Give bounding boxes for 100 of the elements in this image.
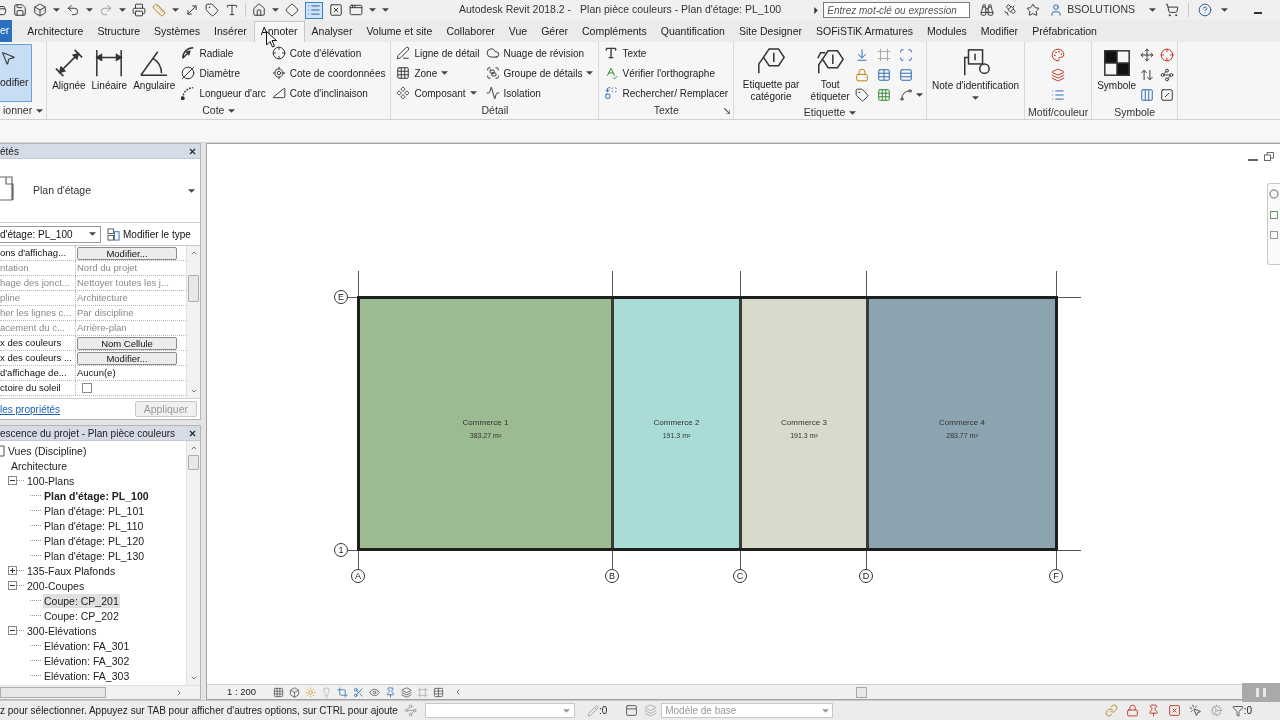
ribbon-tab[interactable]: Collaborer bbox=[439, 21, 502, 42]
print-icon[interactable] bbox=[132, 3, 146, 17]
arrow-down-line-icon[interactable] bbox=[855, 48, 870, 62]
tool-button[interactable]: Ligne de détail bbox=[394, 43, 482, 63]
ribbon-tab[interactable]: Quantification bbox=[653, 21, 732, 42]
ribbon-tab[interactable]: Analyser bbox=[304, 21, 360, 42]
dialog-launcher-icon[interactable] bbox=[724, 108, 731, 114]
search-field[interactable]: Entrez mot-clé ou expression bbox=[823, 2, 971, 18]
caret-icon[interactable] bbox=[119, 8, 126, 12]
expand-icon[interactable] bbox=[814, 6, 819, 14]
tool-button[interactable]: Rechercher/ Remplacer bbox=[602, 83, 731, 103]
scroll-down-icon[interactable] bbox=[189, 387, 198, 395]
tree-item[interactable]: Plan d'étage: PL_110 bbox=[43, 518, 145, 533]
small-square-icon[interactable] bbox=[1270, 231, 1278, 239]
tree-item[interactable]: Vues (Discipline) bbox=[7, 443, 88, 458]
edit-type-button[interactable]: Modifier le type bbox=[107, 226, 191, 242]
property-button[interactable]: Modifier... bbox=[77, 351, 177, 365]
restore-icon[interactable] bbox=[1264, 152, 1274, 161]
tool-button[interactable]: Cote de coordonnées bbox=[269, 63, 388, 83]
panel-title-button[interactable]: ionner bbox=[3, 102, 44, 119]
tree-item[interactable]: Architecture bbox=[10, 458, 69, 473]
ribbon-tab[interactable]: Modules bbox=[920, 21, 974, 42]
caret-icon[interactable] bbox=[441, 71, 449, 75]
thin-lines-button[interactable] bbox=[305, 1, 323, 19]
tool-button[interactable]: Cote d'élévation bbox=[269, 43, 388, 63]
tool-button[interactable]: Radiale bbox=[179, 43, 268, 63]
help-link[interactable]: les propriétés bbox=[0, 401, 61, 417]
ribbon-tab[interactable]: SOFiSTiK Armatures bbox=[809, 21, 921, 42]
pin-icon[interactable] bbox=[1146, 704, 1160, 717]
scan-icon[interactable] bbox=[899, 48, 914, 62]
scrollbar-thumb[interactable] bbox=[188, 455, 199, 470]
tool-button[interactable]: Texte bbox=[602, 43, 731, 63]
diagonal-arrow-icon[interactable] bbox=[185, 3, 199, 17]
tool-button[interactable]: Linéaire bbox=[89, 43, 130, 103]
eye-icon[interactable] bbox=[369, 686, 381, 698]
help-icon[interactable] bbox=[1198, 3, 1212, 17]
ribbon-tab[interactable]: Vue bbox=[501, 21, 535, 42]
ribbon-tab[interactable]: Préfabrication bbox=[1025, 21, 1104, 42]
caret-icon[interactable] bbox=[86, 8, 93, 12]
ruler-icon[interactable] bbox=[152, 3, 166, 17]
close-icon[interactable] bbox=[188, 146, 197, 156]
ribbon-tab[interactable]: Insérer bbox=[207, 21, 254, 42]
tool-button[interactable]: Note d'identification bbox=[930, 43, 1022, 103]
crossed-square-icon[interactable] bbox=[1167, 704, 1181, 717]
tree-item[interactable]: 200-Coupes bbox=[26, 578, 86, 593]
type-selector[interactable]: Plan d'étage bbox=[0, 159, 200, 223]
plus-box-icon[interactable] bbox=[8, 566, 17, 575]
checkbox[interactable] bbox=[82, 383, 92, 393]
scroll-down-icon[interactable] bbox=[189, 674, 198, 682]
caret-icon[interactable] bbox=[36, 108, 44, 113]
tool-button[interactable]: Longueur d'arc bbox=[179, 83, 268, 103]
house-icon[interactable] bbox=[252, 3, 266, 17]
tree-item[interactable]: 300-Elévations bbox=[26, 623, 98, 638]
caret-icon[interactable] bbox=[172, 8, 179, 12]
save-icon[interactable] bbox=[13, 3, 27, 17]
tool-button[interactable]: Cote d'inclinaison bbox=[269, 83, 388, 103]
tool-button[interactable]: Nuage de révision bbox=[483, 43, 596, 63]
dropdown-field[interactable] bbox=[424, 703, 575, 718]
ribbon-tab[interactable]: Systèmes bbox=[147, 21, 208, 42]
undo-icon[interactable] bbox=[66, 3, 80, 17]
panel-icon[interactable] bbox=[625, 704, 639, 717]
tree-item[interactable]: Coupe: CP_202 bbox=[43, 608, 120, 623]
tree-item[interactable]: 100-Plans bbox=[26, 473, 76, 488]
tool-button[interactable]: Symbole bbox=[1095, 43, 1139, 103]
tree-item[interactable]: Coupe: CP_201 bbox=[43, 593, 120, 608]
move-icon[interactable] bbox=[1140, 48, 1155, 62]
tool-button[interactable]: Alignée bbox=[50, 43, 88, 103]
caret-icon[interactable] bbox=[469, 91, 477, 95]
caret-icon[interactable] bbox=[89, 232, 96, 236]
tree-item[interactable]: 135-Faux Plafonds bbox=[26, 563, 117, 578]
minus-box-icon[interactable] bbox=[8, 626, 17, 635]
close-icon[interactable] bbox=[188, 428, 197, 438]
pointer-icon[interactable] bbox=[1188, 704, 1202, 717]
pin-icon[interactable] bbox=[385, 686, 397, 698]
ribbon-tab[interactable]: Structure bbox=[90, 21, 147, 42]
tool-button[interactable]: odifier bbox=[0, 44, 32, 102]
waypoints-icon[interactable] bbox=[1160, 68, 1175, 82]
filter-icon[interactable] bbox=[1231, 704, 1244, 717]
text-icon[interactable] bbox=[225, 3, 239, 17]
caret-icon[interactable] bbox=[972, 96, 980, 100]
crossed-square-icon[interactable] bbox=[329, 3, 343, 17]
cart-icon[interactable] bbox=[1165, 3, 1179, 17]
ribbon-tab[interactable]: Compléments bbox=[574, 21, 654, 42]
tool-button[interactable]: Angulaire bbox=[131, 43, 178, 103]
tag-icon[interactable] bbox=[205, 3, 219, 17]
caret-icon[interactable] bbox=[916, 93, 924, 97]
caret-icon[interactable] bbox=[1149, 8, 1156, 12]
caret-icon[interactable] bbox=[586, 71, 594, 75]
caret-icon[interactable] bbox=[228, 109, 236, 113]
diamond-icon[interactable] bbox=[285, 3, 299, 17]
crop-icon[interactable] bbox=[337, 686, 349, 698]
grid-icon[interactable] bbox=[877, 88, 892, 102]
scissors-icon[interactable] bbox=[353, 686, 365, 698]
ribbon-tab[interactable]: Volume et site bbox=[359, 21, 440, 42]
caret-icon[interactable] bbox=[272, 8, 279, 12]
layers-icon[interactable] bbox=[401, 686, 413, 698]
scrollbar-thumb[interactable] bbox=[188, 275, 199, 302]
palette-icon[interactable] bbox=[1051, 48, 1066, 62]
tool-button[interactable]: Zone bbox=[394, 63, 482, 83]
tree-item[interactable]: Elévation: FA_302 bbox=[43, 653, 131, 668]
